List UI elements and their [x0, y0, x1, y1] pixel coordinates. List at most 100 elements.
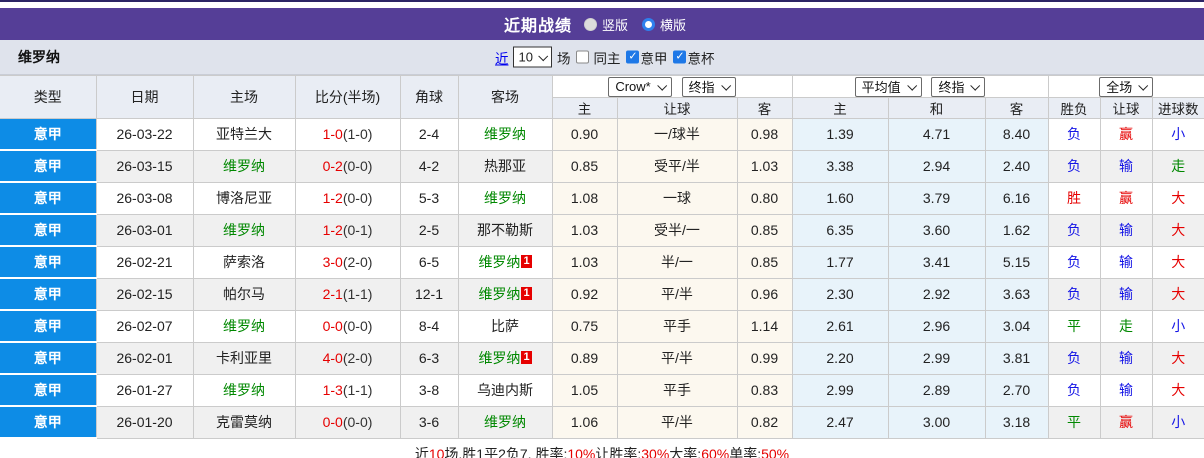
checkbox-serie-a[interactable]: ✓ 意甲: [626, 47, 667, 67]
euro-away-odds: 6.16: [984, 181, 1049, 215]
view-option-label: 竖版: [601, 17, 628, 33]
asian-away-odds: 0.85: [736, 245, 793, 279]
asian-home-odds: 0.89: [551, 341, 618, 375]
score-cell: 0-0(0-0): [294, 405, 401, 439]
date-cell: 26-01-20: [95, 405, 194, 439]
goals-cell: 小: [1151, 309, 1204, 343]
away-team-cell: 维罗纳 1: [457, 245, 553, 279]
team-name-text: 维罗纳: [223, 222, 265, 238]
euro-home-odds: 2.47: [791, 405, 889, 439]
euro-home-odds: 1.77: [791, 245, 889, 279]
outcome-cell: 负: [1047, 373, 1101, 407]
away-team-cell: 比萨: [457, 309, 553, 343]
asian-away-odds: 0.80: [736, 181, 793, 215]
corner-cell: 6-5: [399, 245, 459, 279]
final-odds-select-euro[interactable]: 终指: [931, 76, 986, 97]
outcome-cell: 负: [1047, 118, 1101, 151]
match-row: 意甲 26-03-01 维罗纳 1-2(0-1) 2-5 那不勒斯 1.03 受半/一 0.85…: [0, 213, 1204, 247]
goals-cell: 大: [1151, 245, 1204, 279]
corner-cell: 2-5: [399, 213, 459, 247]
view-option-vertical[interactable]: 竖版: [583, 15, 628, 34]
checkbox-same-home[interactable]: ✓ 同主: [576, 47, 620, 67]
corner-cell: 3-8: [399, 373, 459, 407]
panel-title: 近期战绩: [503, 18, 572, 35]
chevron-down-icon: [657, 80, 667, 91]
team-name-text: 帕尔马: [223, 286, 265, 302]
handicap-result-cell: 输: [1099, 149, 1153, 183]
asian-odds-group-header: Crow* 终指: [551, 75, 793, 98]
team-name-text: 维罗纳: [484, 126, 526, 143]
col-header-score: 比分(半场): [294, 75, 401, 119]
team-name-text: 维罗纳: [478, 286, 521, 302]
euro-draw-odds: 3.41: [887, 245, 986, 279]
euro-away-odds: 5.15: [984, 245, 1049, 279]
away-team-cell: 维罗纳 1: [457, 341, 553, 375]
filter-row: 维罗纳 近 10 场 ✓ 同主 ✓ 意甲 ✓ 意杯: [0, 40, 1204, 75]
goals-cell: 大: [1151, 181, 1204, 215]
euro-home-odds: 1.60: [791, 181, 889, 215]
outcome-cell: 负: [1047, 245, 1101, 279]
match-row: 意甲 26-03-22 亚特兰大 1-0(1-0) 2-4 维罗纳 0.90 一/球半 0.98…: [0, 118, 1204, 151]
date-cell: 26-03-22: [95, 118, 194, 151]
filter-controls: 近 10 场 ✓ 同主 ✓ 意甲 ✓ 意杯: [495, 46, 714, 68]
red-card-badge: 1: [521, 351, 532, 364]
asian-home-odds: 1.03: [551, 213, 618, 247]
home-team-cell: 博洛尼亚: [192, 181, 296, 215]
recent-count-select[interactable]: 10: [512, 46, 552, 68]
date-cell: 26-02-07: [95, 309, 194, 343]
asian-away-odds: 1.14: [736, 309, 793, 343]
team-name-text: 热那亚: [484, 158, 526, 174]
score-cell: 1-2(0-0): [294, 181, 401, 215]
view-option-horizontal[interactable]: 横版: [642, 15, 686, 34]
asian-home-odds: 1.08: [551, 181, 618, 215]
chevron-down-icon: [538, 51, 549, 62]
league-cell: 意甲: [0, 278, 97, 311]
euro-away-odds: 3.04: [984, 309, 1049, 343]
corner-cell: 5-3: [399, 181, 459, 215]
team-name-text: 克雷莫纳: [216, 414, 272, 430]
outcome-cell: 平: [1047, 405, 1101, 439]
home-team-cell: 亚特兰大: [192, 118, 296, 151]
goals-cell: 大: [1151, 341, 1204, 375]
match-row: 意甲 26-03-08 博洛尼亚 1-2(0-0) 5-3 维罗纳 1.08 一球 0.80 1.…: [0, 181, 1204, 215]
league-cell: 意甲: [0, 182, 97, 215]
asian-away-odds: 0.98: [736, 118, 793, 151]
asian-away-odds: 0.83: [736, 373, 793, 407]
chevron-down-icon: [720, 80, 731, 91]
euro-draw-odds: 2.99: [887, 341, 986, 375]
sub-header-euro-home: 主: [791, 97, 889, 119]
team-name-text: 博洛尼亚: [216, 190, 272, 206]
checkbox-coppa-italia[interactable]: ✓ 意杯: [673, 47, 714, 67]
score-cell: 3-0(2-0): [294, 245, 401, 279]
recent-link[interactable]: 近: [495, 47, 509, 67]
goals-cell: 大: [1151, 277, 1204, 311]
summary-segment: 50%: [761, 445, 790, 458]
asian-away-odds: 0.82: [736, 405, 793, 439]
date-cell: 26-02-01: [95, 341, 194, 375]
away-team-cell: 维罗纳: [457, 118, 553, 151]
team-name-text: 维罗纳: [484, 414, 526, 430]
red-card-badge: 1: [521, 255, 532, 268]
date-cell: 26-02-21: [95, 245, 194, 279]
handicap-result-cell: 赢: [1099, 118, 1153, 151]
chevron-down-icon: [1138, 80, 1149, 91]
checkbox-icon: ✓: [576, 50, 590, 64]
date-cell: 26-01-27: [95, 373, 194, 407]
handicap-line: 平/半: [616, 405, 738, 439]
average-select[interactable]: 平均值: [854, 76, 922, 97]
team-name-text: 比萨: [491, 318, 519, 334]
euro-home-odds: 2.99: [791, 373, 889, 407]
date-cell: 26-03-15: [95, 149, 194, 183]
corner-cell: 12-1: [399, 277, 459, 311]
bookmaker-select[interactable]: Crow*: [608, 76, 672, 97]
corner-cell: 2-4: [399, 118, 459, 151]
recent-results-panel: 近期战绩 竖版 横版 维罗纳 近 10 场 ✓ 同主 ✓ 意甲: [0, 0, 1204, 458]
handicap-result-cell: 走: [1099, 309, 1153, 343]
team-name: 维罗纳: [18, 49, 60, 65]
full-match-select[interactable]: 全场: [1099, 76, 1154, 97]
final-odds-select-asian[interactable]: 终指: [681, 76, 736, 97]
home-team-cell: 维罗纳: [192, 373, 296, 407]
sub-header-handicap-result: 让球: [1099, 97, 1153, 119]
match-row: 意甲 26-01-20 克雷莫纳 0-0(0-0) 3-6 维罗纳 1.06 平/半 0.82 2…: [0, 405, 1204, 439]
score-cell: 2-1(1-1): [294, 277, 401, 311]
